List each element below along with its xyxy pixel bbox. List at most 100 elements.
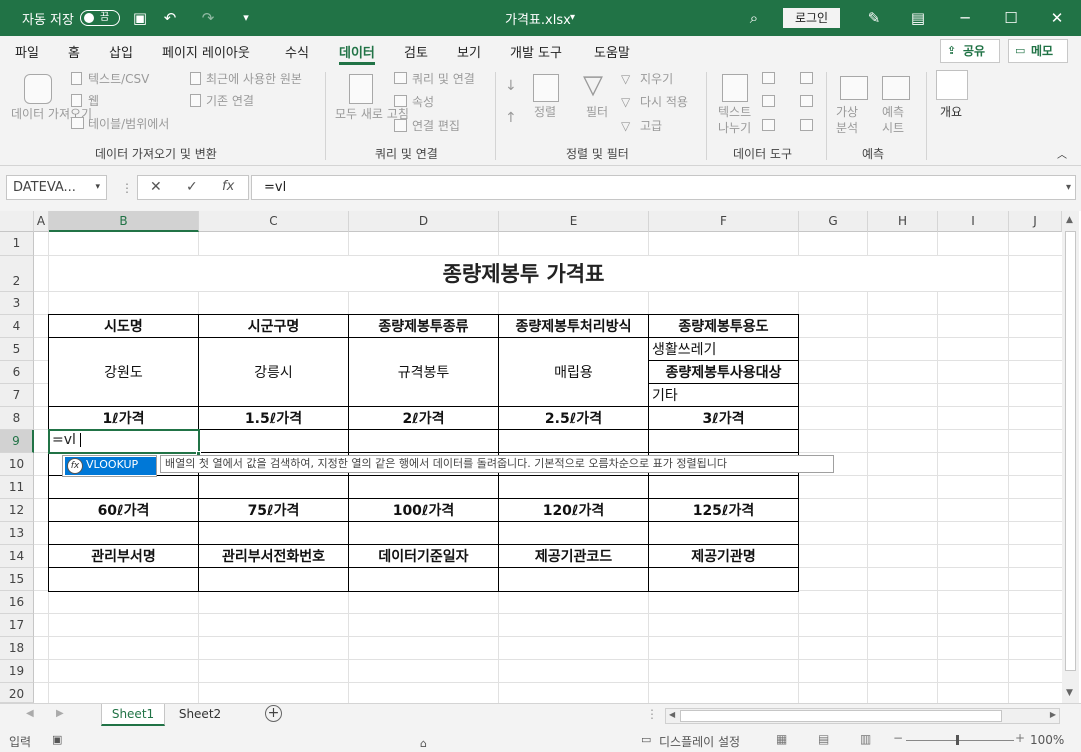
consolidate-icon[interactable] xyxy=(800,72,813,84)
row-header[interactable]: 9 xyxy=(0,430,34,453)
row-header[interactable]: 1 xyxy=(0,232,34,256)
column-header-a[interactable]: A xyxy=(34,211,49,232)
autocomplete-item-vlookup[interactable]: fx VLOOKUP xyxy=(65,457,156,475)
data-cell[interactable] xyxy=(349,522,498,544)
properties-button[interactable]: 속성 xyxy=(412,94,434,110)
header-cell[interactable]: 75ℓ가격 xyxy=(199,499,348,521)
minimize-icon[interactable]: ─ xyxy=(955,8,975,28)
header-cell[interactable]: 60ℓ가격 xyxy=(49,499,198,521)
data-cell[interactable] xyxy=(199,568,348,591)
row-header[interactable]: 18 xyxy=(0,637,34,660)
prev-sheet-icon[interactable]: ◀ xyxy=(26,708,34,719)
header-cell[interactable]: 125ℓ가격 xyxy=(649,499,798,521)
ribbon-display-icon[interactable]: ▤ xyxy=(908,8,928,28)
data-cell[interactable] xyxy=(499,568,648,591)
tab-insert[interactable]: 삽입 xyxy=(109,42,133,61)
header-cell[interactable]: 종량제봉투종류 xyxy=(349,315,498,337)
data-cell[interactable] xyxy=(49,568,198,591)
sheet-tab-sheet2[interactable]: Sheet2 xyxy=(168,704,232,726)
header-cell[interactable]: 120ℓ가격 xyxy=(499,499,648,521)
sheet-tab-sheet1[interactable]: Sheet1 xyxy=(101,704,165,726)
row-header[interactable]: 17 xyxy=(0,614,34,637)
select-all-corner[interactable] xyxy=(0,211,34,232)
maximize-icon[interactable]: ☐ xyxy=(1001,8,1021,28)
horizontal-scrollbar[interactable]: ◀ ▶ xyxy=(665,708,1060,724)
tab-file[interactable]: 파일 xyxy=(15,42,39,61)
pen-icon[interactable]: ✎ xyxy=(864,8,884,28)
zoom-in-icon[interactable]: + xyxy=(1015,731,1025,745)
scroll-down-icon[interactable]: ▼ xyxy=(1066,688,1073,698)
redo-icon[interactable]: ↷ xyxy=(198,8,218,28)
queries-conn-button[interactable]: 쿼리 및 연결 xyxy=(412,71,475,87)
formula-input[interactable]: =vl ▾ xyxy=(251,175,1076,200)
column-header-f[interactable]: F xyxy=(649,211,799,232)
header-cell[interactable]: 데이터기준일자 xyxy=(349,545,498,567)
filename-chevron-icon[interactable]: ▾ xyxy=(570,12,575,23)
header-cell[interactable]: 관리부서명 xyxy=(49,545,198,567)
data-cell[interactable] xyxy=(199,476,348,498)
table-range-button[interactable]: 테이블/범위에서 xyxy=(88,116,169,132)
data-cell[interactable] xyxy=(199,522,348,544)
login-button[interactable]: 로그인 xyxy=(783,8,840,28)
column-header-i[interactable]: I xyxy=(938,211,1009,232)
scroll-right-icon[interactable]: ▶ xyxy=(1050,710,1056,719)
data-cell[interactable] xyxy=(649,476,798,498)
worksheet-grid[interactable]: A B C D E F G H I J 1 2 3 4 5 6 7 8 9 10… xyxy=(0,211,1081,703)
row-header[interactable]: 10 xyxy=(0,453,34,476)
header-cell[interactable]: 2ℓ가격 xyxy=(349,407,498,429)
flash-fill-icon[interactable] xyxy=(762,72,775,84)
recent-sources-button[interactable]: 최근에 사용한 원본 xyxy=(206,71,302,87)
vertical-scrollbar[interactable]: ▲ ▼ xyxy=(1062,211,1079,703)
expand-formula-icon[interactable]: ▾ xyxy=(1066,176,1071,199)
column-header-g[interactable]: G xyxy=(799,211,868,232)
data-cell[interactable] xyxy=(649,568,798,591)
column-header-h[interactable]: H xyxy=(868,211,938,232)
web-button[interactable]: 웹 xyxy=(88,93,99,109)
horizontal-scroll-thumb[interactable] xyxy=(680,710,1002,722)
header-cell[interactable]: 시도명 xyxy=(49,315,198,337)
insert-function-icon[interactable]: fx xyxy=(222,179,234,194)
scroll-up-icon[interactable]: ▲ xyxy=(1066,215,1073,225)
data-cell[interactable] xyxy=(349,476,498,498)
column-header-b[interactable]: B xyxy=(49,211,199,232)
data-cell[interactable]: 매립용 xyxy=(499,338,648,406)
save-icon[interactable]: ▣ xyxy=(130,8,150,28)
data-cell[interactable] xyxy=(499,522,648,544)
text-to-columns-button[interactable]: 텍스트 나누기 xyxy=(718,104,758,136)
sheet-title[interactable]: 종량제봉투 가격표 xyxy=(49,259,998,289)
data-cell[interactable]: 규격봉투 xyxy=(349,338,498,406)
header-cell[interactable]: 3ℓ가격 xyxy=(649,407,798,429)
zoom-level[interactable]: 100% xyxy=(1030,733,1064,747)
header-cell[interactable]: 제공기관코드 xyxy=(499,545,648,567)
data-cell[interactable] xyxy=(649,522,798,544)
reapply-button[interactable]: 다시 적용 xyxy=(640,94,688,110)
row-header[interactable]: 20 xyxy=(0,683,34,703)
share-button[interactable]: ⇪ 공유 xyxy=(940,39,1000,63)
zoom-slider[interactable] xyxy=(906,740,1014,741)
row-header[interactable]: 19 xyxy=(0,660,34,683)
name-box[interactable]: DATEVA... ▾ xyxy=(6,175,107,200)
row-header[interactable]: 14 xyxy=(0,545,34,568)
tab-data[interactable]: 데이터 xyxy=(339,42,375,65)
data-cell[interactable]: 강릉시 xyxy=(199,338,348,406)
memo-button[interactable]: ▭ 메모 xyxy=(1008,39,1068,63)
row-header[interactable]: 2 xyxy=(0,256,34,292)
tab-home[interactable]: 홈 xyxy=(68,42,80,61)
sort-asc-icon[interactable]: ↓ xyxy=(505,78,517,94)
zoom-slider-thumb[interactable] xyxy=(956,735,959,745)
display-settings-icon[interactable]: ▭ xyxy=(641,733,651,746)
next-sheet-icon[interactable]: ▶ xyxy=(56,708,64,719)
tab-help[interactable]: 도움말 xyxy=(594,42,630,61)
header-cell[interactable]: 종량제봉투사용대상 xyxy=(649,361,798,383)
row-header[interactable]: 4 xyxy=(0,315,34,338)
scroll-left-icon[interactable]: ◀ xyxy=(669,710,675,719)
cancel-icon[interactable]: ✕ xyxy=(150,179,162,195)
autosave-toggle[interactable]: 끔 xyxy=(80,10,120,26)
outline-button[interactable]: 개요 xyxy=(940,104,962,120)
name-box-chevron-icon[interactable]: ▾ xyxy=(95,176,100,199)
drag-handle-icon[interactable]: ⋮ xyxy=(121,181,133,195)
existing-conn-button[interactable]: 기존 연결 xyxy=(206,93,254,109)
tab-view[interactable]: 보기 xyxy=(457,42,481,61)
header-cell[interactable]: 100ℓ가격 xyxy=(349,499,498,521)
collapse-ribbon-icon[interactable]: ︿ xyxy=(1057,148,1067,164)
